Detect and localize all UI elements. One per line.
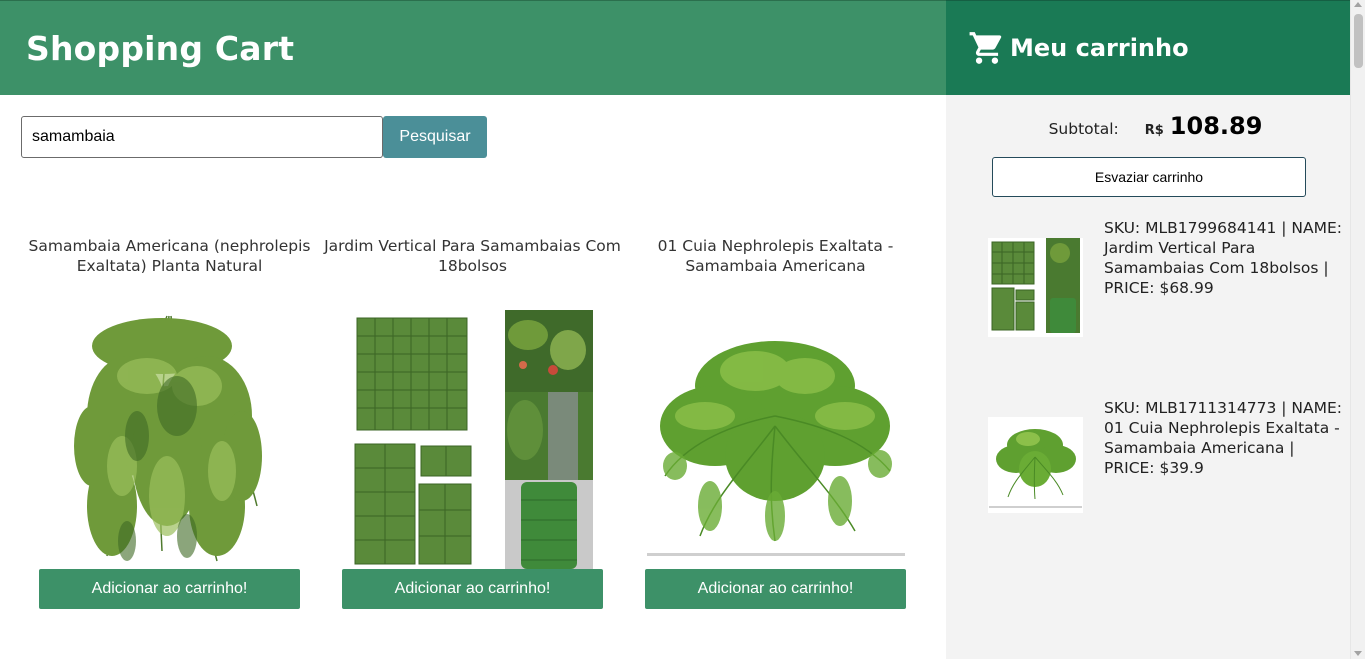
page-title: Shopping Cart [26, 28, 295, 68]
vertical-garden-image [352, 310, 593, 569]
fern-image [66, 306, 273, 568]
product-title: 01 Cuia Nephrolepis Exaltata - Samambaia… [657, 237, 894, 275]
cart-item-image [988, 417, 1083, 513]
cart-sidebar: Meu carrinho Subtotal: R$ 108.89 Esvazia… [946, 0, 1365, 659]
vertical-garden-thumbnail [988, 238, 1083, 333]
product-card: Samambaia Americana (nephrolepis Exaltat… [18, 236, 321, 616]
add-to-cart-button[interactable]: Adicionar ao carrinho! [39, 569, 300, 609]
empty-cart-button[interactable]: Esvaziar carrinho [992, 157, 1306, 197]
product-image [18, 306, 321, 568]
potted-fern-image [644, 316, 907, 561]
app-header: Shopping Cart [0, 0, 946, 95]
subtotal: Subtotal: R$ 108.89 [946, 112, 1365, 140]
add-to-cart-button[interactable]: Adicionar ao carrinho! [342, 569, 603, 609]
add-to-cart-button[interactable]: Adicionar ao carrinho! [645, 569, 906, 609]
product-list: Samambaia Americana (nephrolepis Exaltat… [18, 236, 927, 616]
cart-list: SKU: MLB1799684141 | NAME: Jardim Vertic… [946, 218, 1350, 578]
cart-item-text: SKU: MLB1711314773 | NAME: 01 Cuia Nephr… [1104, 399, 1343, 477]
scrollbar-thumb[interactable] [1354, 14, 1363, 68]
scrollbar[interactable] [1350, 0, 1365, 659]
cart-item: SKU: MLB1711314773 | NAME: 01 Cuia Nephr… [946, 398, 1350, 578]
product-card: 01 Cuia Nephrolepis Exaltata - Samambaia… [624, 236, 927, 616]
cart-item-text: SKU: MLB1799684141 | NAME: Jardim Vertic… [1104, 219, 1343, 297]
product-title: Samambaia Americana (nephrolepis Exaltat… [28, 237, 311, 275]
scroll-down-arrow-icon[interactable] [1354, 651, 1362, 656]
currency-symbol: R$ [1144, 123, 1164, 138]
search-input[interactable] [21, 116, 383, 158]
search-bar: Pesquisar [21, 116, 487, 158]
subtotal-label: Subtotal: [1048, 120, 1119, 138]
cart-item-image [988, 238, 1083, 337]
cart-title: Meu carrinho [1010, 34, 1189, 62]
app: Shopping Cart Pesquisar Samambaia Americ… [0, 0, 1365, 659]
cart-header: Meu carrinho [946, 0, 1365, 95]
product-title: Jardim Vertical Para Samambaias Com 18bo… [324, 237, 621, 275]
product-card: Jardim Vertical Para Samambaias Com 18bo… [321, 236, 624, 616]
search-button[interactable]: Pesquisar [383, 116, 487, 158]
main-section: Shopping Cart Pesquisar Samambaia Americ… [0, 0, 946, 659]
product-image [321, 310, 624, 569]
subtotal-value: 108.89 [1169, 112, 1263, 140]
shopping-cart-icon [969, 32, 1002, 64]
potted-fern-thumbnail [988, 417, 1083, 509]
cart-item: SKU: MLB1799684141 | NAME: Jardim Vertic… [946, 218, 1350, 398]
scroll-up-arrow-icon[interactable] [1354, 2, 1362, 7]
product-image [624, 316, 927, 561]
